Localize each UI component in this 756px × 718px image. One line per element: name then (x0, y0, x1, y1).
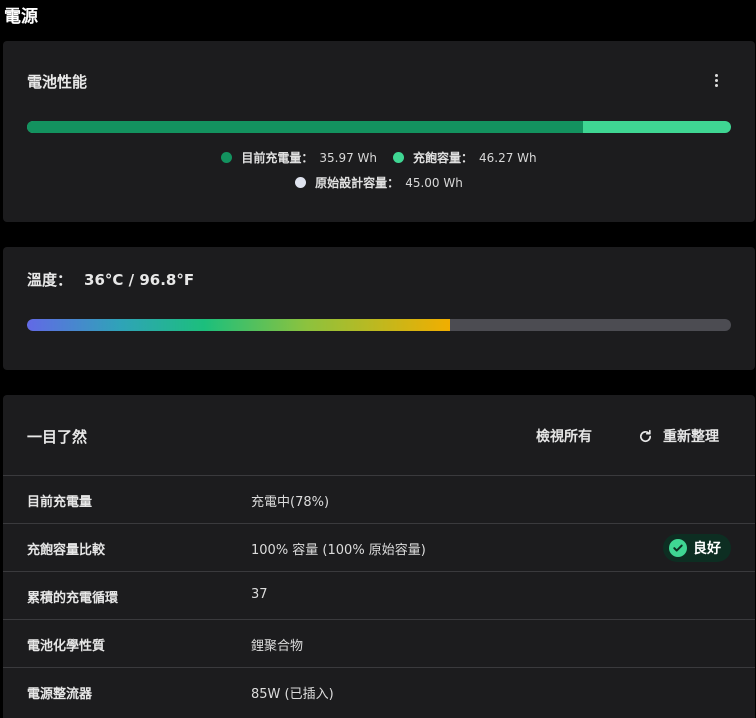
more-options-icon[interactable] (715, 74, 719, 88)
row-label: 電源整流器 (27, 687, 93, 702)
check-circle-icon (669, 539, 687, 557)
legend-label: 目前充電量： (241, 151, 314, 165)
temperature-readout: 溫度： 36°C / 96.8°F (27, 269, 194, 290)
row-value: 37 (251, 587, 268, 602)
legend-design-capacity: 原始設計容量： 45.00 Wh (295, 174, 463, 191)
legend-label: 原始設計容量： (315, 176, 400, 190)
table-row: 電源整流器 85W (已插入) (3, 667, 755, 716)
table-row: 目前充電量 充電中(78%) (3, 475, 755, 524)
legend-current-charge: 目前充電量： 35.97 Wh (221, 149, 377, 166)
refresh-button[interactable]: 重新整理 (638, 426, 719, 446)
view-all-link[interactable]: 檢視所有 (536, 426, 592, 446)
row-label: 充飽容量比較 (27, 543, 106, 558)
table-row: 電池化學性質 鋰聚合物 (3, 619, 755, 668)
temperature-value: 36°C / 96.8°F (84, 271, 195, 289)
battery-performance-card: 電池性能 目前充電量： 35.97 Wh 充飽容量： 46.27 Wh 原始設計… (3, 41, 755, 222)
page-title: 電源 (4, 7, 38, 27)
legend-value: 45.00 Wh (405, 175, 463, 190)
battery-capacity-bar (27, 121, 731, 133)
refresh-label: 重新整理 (663, 429, 719, 445)
battery-card-title: 電池性能 (27, 73, 88, 91)
row-value: 85W (已插入) (251, 687, 334, 702)
legend-dot-design-capacity (295, 177, 307, 188)
legend-label: 充飽容量： (413, 151, 474, 165)
battery-legend-row: 目前充電量： 35.97 Wh 充飽容量： 46.27 Wh (3, 149, 755, 166)
row-label: 目前充電量 (27, 495, 93, 510)
table-row: 累積的充電循環 37 (3, 571, 755, 620)
row-value: 鋰聚合物 (251, 639, 304, 654)
temperature-card: 溫度： 36°C / 96.8°F (3, 247, 755, 370)
table-row: 充飽容量比較 100% 容量 (100% 原始容量) 良好 (3, 523, 755, 572)
row-value: 充電中(78%) (251, 495, 330, 510)
temperature-label: 溫度： (27, 271, 73, 289)
legend-value: 35.97 Wh (319, 150, 377, 165)
battery-legend-row: 原始設計容量： 45.00 Wh (3, 174, 755, 191)
legend-dot-current-charge (221, 152, 233, 163)
battery-current-charge-fill (27, 121, 584, 133)
glance-actions: 檢視所有 重新整理 (536, 426, 719, 446)
temperature-level-fill (27, 319, 451, 331)
refresh-icon (640, 429, 652, 442)
status-badge: 良好 (663, 534, 731, 562)
at-a-glance-card: 一目了然 檢視所有 重新整理 目前充電量 充電中(78%) 充飽容量比較 100… (3, 395, 755, 718)
legend-value: 46.27 Wh (479, 150, 537, 165)
row-label: 累積的充電循環 (27, 591, 119, 606)
row-value: 100% 容量 (100% 原始容量) (251, 543, 426, 558)
row-label: 電池化學性質 (27, 639, 106, 654)
status-badge-label: 良好 (693, 541, 721, 557)
legend-full-capacity: 充飽容量： 46.27 Wh (393, 149, 537, 166)
glance-card-title: 一目了然 (27, 428, 88, 446)
legend-dot-full-capacity (393, 152, 404, 163)
temperature-bar (27, 319, 731, 331)
